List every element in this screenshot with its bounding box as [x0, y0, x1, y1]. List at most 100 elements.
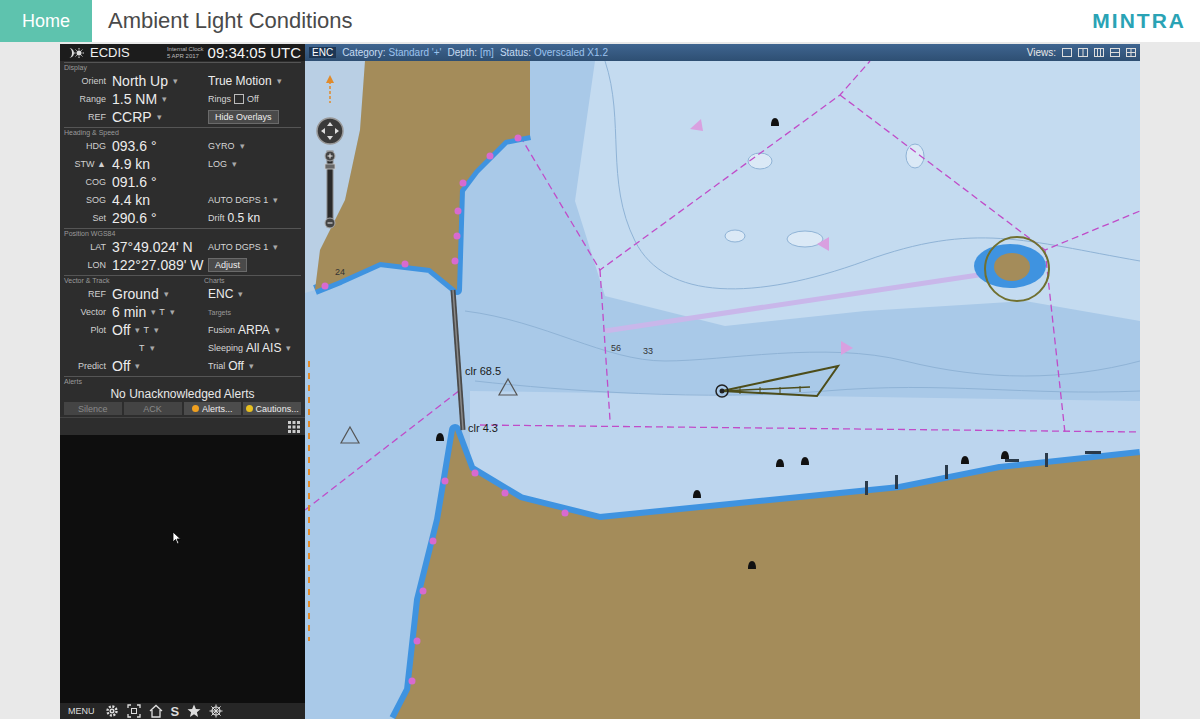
star-icon[interactable]: [187, 704, 201, 718]
chart-status-value: Overscaled X1.2: [534, 47, 608, 58]
dropdown-caret[interactable]: ▾: [173, 76, 178, 86]
field-text: Off: [247, 94, 259, 104]
deep-water-area: [575, 61, 1140, 326]
dropdown-caret[interactable]: ▾: [170, 307, 175, 317]
grid-icon[interactable]: [288, 421, 300, 433]
dropdown-caret[interactable]: ▾: [154, 325, 159, 335]
dropdown-caret[interactable]: ▾: [238, 289, 243, 299]
field-label: SOG: [64, 195, 106, 205]
alert-button[interactable]: Alerts...: [184, 402, 242, 415]
panel-row: HDG093.6 °GYRO▾: [64, 137, 301, 155]
row-part: Vector6 min▾T▾: [64, 304, 208, 320]
fullscreen-icon[interactable]: [127, 704, 141, 718]
row-part: SOG4.4 kn: [64, 192, 208, 208]
land-south: [395, 430, 1140, 719]
own-ship-vector[interactable]: [716, 366, 838, 397]
pan-icon[interactable]: [317, 118, 343, 144]
clearance-label: clr 68.5: [465, 365, 501, 377]
section-title: Heading & Speed: [64, 128, 204, 137]
field-value: North Up: [112, 73, 168, 89]
row-part: Set290.6 °: [64, 210, 208, 226]
field-text: Sleeping: [208, 343, 243, 353]
panel-section: Position WGS84LAT37°49.024' NAUTO DGPS 1…: [60, 227, 305, 274]
field-value: 093.6 °: [112, 138, 157, 154]
ship-wheel-icon[interactable]: [209, 704, 223, 718]
field-label: LON: [64, 260, 106, 270]
view-layout-icon[interactable]: [1062, 48, 1072, 57]
zoom-slider[interactable]: [327, 151, 333, 227]
row-part: PredictOff▾: [64, 358, 208, 374]
field-value: True Motion: [208, 74, 272, 88]
field-text: Rings: [208, 94, 231, 104]
field-label: Plot: [64, 325, 106, 335]
row-part: GYRO ▾: [208, 141, 301, 151]
field-value: All AIS: [246, 341, 281, 355]
dropdown-caret[interactable]: ▾: [286, 343, 291, 353]
home-icon[interactable]: [149, 704, 163, 718]
dropdown-caret[interactable]: ▾: [151, 307, 156, 317]
dropdown-caret[interactable]: ▾: [277, 76, 282, 86]
field-value: 290.6 °: [112, 210, 157, 226]
alert-dot-icon: [246, 405, 253, 412]
field-label: Predict: [64, 361, 106, 371]
bridge-deck: [453, 290, 463, 430]
dropdown-caret[interactable]: ▾: [150, 343, 155, 353]
clock-time: 09:34:05 UTC: [208, 44, 301, 61]
menu-button[interactable]: MENU: [68, 706, 95, 716]
clock-date: 5 APR 2017: [167, 53, 204, 60]
row-part: FusionARPA▾: [208, 323, 301, 337]
panel-row: REFGround▾ENC▾: [64, 285, 301, 303]
view-layout-icon[interactable]: [1094, 48, 1104, 57]
alert-button[interactable]: Cautions...: [243, 402, 301, 415]
dropdown-caret[interactable]: ▾: [135, 325, 140, 335]
panel-row: LAT37°49.024' NAUTO DGPS 1▾: [64, 238, 301, 256]
section-title: Display: [64, 63, 204, 72]
panel-button[interactable]: Hide Overlays: [208, 110, 279, 124]
row-part: STW ▲4.9 kn: [64, 156, 208, 172]
alert-button-label: Silence: [78, 404, 108, 414]
dropdown-caret[interactable]: ▾: [273, 242, 278, 252]
panel-row: SOG4.4 knAUTO DGPS 1▾: [64, 191, 301, 209]
panel-row: Range1.5 NM▾RingsOff: [64, 90, 301, 108]
zoom-out-icon[interactable]: [325, 218, 335, 228]
depth-sounding: 56: [611, 343, 621, 353]
zoom-thumb[interactable]: [325, 164, 335, 169]
field-value: 122°27.089' W: [112, 257, 204, 273]
ecdis-title-bar: ECDISInternal Clock5 APR 201709:34:05 UT…: [60, 44, 305, 61]
row-part: TrialOff▾: [208, 359, 301, 373]
dropdown-caret[interactable]: ▾: [240, 141, 245, 151]
row-part: LOG▾: [208, 159, 301, 169]
dropdown-caret[interactable]: ▾: [157, 112, 162, 122]
field-label: COG: [64, 177, 106, 187]
field-text: GYRO: [208, 141, 235, 151]
subsection-header: Targets: [208, 309, 231, 316]
range-ring: [985, 237, 1049, 301]
field-value: 4.9 kn: [112, 156, 150, 172]
field-value: CCRP: [112, 109, 152, 125]
s-button[interactable]: S: [171, 704, 180, 719]
row-part: AUTO DGPS 1▾: [208, 195, 301, 205]
nautical-chart[interactable]: clr 68.5clr 4.3245633: [305, 61, 1140, 719]
dropdown-caret[interactable]: ▾: [232, 159, 237, 169]
view-layout-icon[interactable]: [1126, 48, 1136, 57]
panel-section: DisplayOrientNorth Up▾True Motion▾Range1…: [60, 61, 305, 126]
dropdown-caret[interactable]: ▾: [275, 325, 280, 335]
dropdown-caret[interactable]: ▾: [135, 361, 140, 371]
panel-row: COG091.6 °: [64, 173, 301, 191]
view-layout-icon[interactable]: [1078, 48, 1088, 57]
checkbox[interactable]: [234, 94, 244, 104]
dropdown-caret[interactable]: ▾: [273, 195, 278, 205]
field-text: Trial: [208, 361, 225, 371]
zoom-control[interactable]: [317, 118, 343, 228]
home-button[interactable]: Home: [0, 0, 92, 42]
panel-button[interactable]: Adjust: [208, 258, 247, 272]
chart-status-label: Depth:: [448, 47, 477, 58]
dropdown-caret[interactable]: ▾: [164, 289, 169, 299]
gear-icon[interactable]: [105, 704, 119, 718]
zoom-in-icon[interactable]: [325, 151, 335, 161]
dropdown-caret[interactable]: ▾: [162, 94, 167, 104]
view-layout-icon[interactable]: [1110, 48, 1120, 57]
dropdown-caret[interactable]: ▾: [249, 361, 254, 371]
moon-sun-icon[interactable]: [64, 47, 86, 59]
buoy-bell-icons: [436, 118, 1009, 569]
